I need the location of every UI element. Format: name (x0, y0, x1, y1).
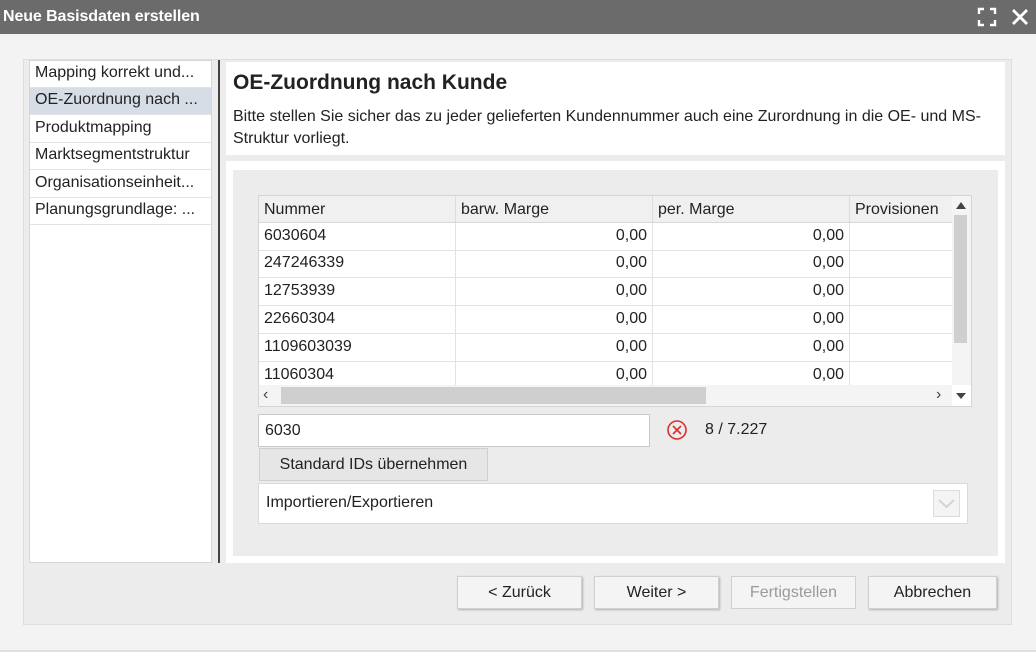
filter-input[interactable] (258, 414, 650, 447)
column-header-per-marge[interactable]: per. Marge (653, 196, 850, 222)
window-title: Neue Basisdaten erstellen (3, 8, 200, 25)
customer-table: Nummer barw. Marge per. Marge Provisione… (258, 195, 972, 407)
horizontal-scroll-thumb[interactable] (281, 387, 706, 404)
cell-nummer: 6030604 (259, 223, 456, 251)
horizontal-scrollbar[interactable]: ‹ › (259, 385, 952, 406)
wizard-step-produktmapping[interactable]: Produktmapping (30, 116, 211, 143)
cell-provisionen (850, 250, 952, 278)
cell-provisionen (850, 362, 952, 385)
cell-nummer: 247246339 (259, 250, 456, 278)
back-button[interactable]: < Zurück (457, 576, 582, 609)
panel-divider[interactable] (218, 60, 220, 563)
clear-circle-x-icon[interactable] (666, 419, 688, 441)
wizard-step-list: Mapping korrekt und... OE-Zuordnung nach… (29, 60, 212, 563)
table-body: 6030604 0,00 0,00 247246339 0,00 0,00 12… (259, 223, 952, 385)
table-row[interactable]: 6030604 0,00 0,00 (259, 223, 952, 251)
table-row[interactable]: 22660304 0,00 0,00 (259, 306, 952, 334)
wizard-step-marktsegment[interactable]: Marktsegmentstruktur (30, 143, 211, 170)
cell-per-marge: 0,00 (653, 334, 850, 362)
cell-per-marge: 0,00 (653, 223, 850, 251)
cell-per-marge: 0,00 (653, 362, 850, 385)
table-row[interactable]: 247246339 0,00 0,00 (259, 250, 952, 278)
table-row[interactable]: 12753939 0,00 0,00 (259, 278, 952, 306)
page-header: OE-Zuordnung nach Kunde Bitte stellen Si… (226, 62, 1005, 155)
wizard-step-mapping[interactable]: Mapping korrekt und... (30, 61, 211, 88)
chevron-down-icon[interactable] (933, 490, 960, 517)
page-description: Bitte stellen Sie sicher das zu jeder ge… (233, 108, 981, 147)
cancel-button[interactable]: Abbrechen (868, 576, 997, 609)
finish-button: Fertigstellen (731, 576, 856, 609)
cell-provisionen (850, 334, 952, 362)
cell-nummer: 12753939 (259, 278, 456, 306)
cell-barw-marge: 0,00 (456, 306, 653, 334)
cell-barw-marge: 0,00 (456, 334, 653, 362)
column-header-barw-marge[interactable]: barw. Marge (456, 196, 653, 222)
scroll-down-icon[interactable] (956, 393, 966, 399)
scroll-up-icon[interactable] (956, 202, 966, 209)
cell-per-marge: 0,00 (653, 306, 850, 334)
cell-barw-marge: 0,00 (456, 250, 653, 278)
page-title: OE-Zuordnung nach Kunde (233, 71, 508, 94)
standard-ids-button[interactable]: Standard IDs übernehmen (259, 448, 488, 481)
next-button[interactable]: Weiter > (594, 576, 719, 609)
wizard-step-oe-zuordnung[interactable]: OE-Zuordnung nach ... (30, 88, 211, 115)
cell-per-marge: 0,00 (653, 278, 850, 306)
cell-nummer: 22660304 (259, 306, 456, 334)
scroll-left-icon[interactable]: ‹ (263, 386, 268, 404)
cell-per-marge: 0,00 (653, 250, 850, 278)
result-count: 8 / 7.227 (705, 421, 768, 438)
import-export-section[interactable]: Importieren/Exportieren (258, 483, 968, 524)
cell-barw-marge: 0,00 (456, 223, 653, 251)
table-row[interactable]: 1109603039 0,00 0,00 (259, 334, 952, 362)
column-header-nummer[interactable]: Nummer (259, 196, 456, 222)
scroll-right-icon[interactable]: › (936, 386, 941, 404)
cell-nummer: 11060304 (259, 362, 456, 385)
vertical-scrollbar[interactable] (952, 196, 971, 399)
cell-barw-marge: 0,00 (456, 278, 653, 306)
cell-provisionen (850, 278, 952, 306)
cell-provisionen (850, 306, 952, 334)
table-row[interactable]: 11060304 0,00 0,00 (259, 362, 952, 385)
table-header: Nummer barw. Marge per. Marge Provisione… (259, 196, 952, 223)
vertical-scroll-thumb[interactable] (954, 215, 967, 343)
cell-nummer: 1109603039 (259, 334, 456, 362)
import-export-label: Importieren/Exportieren (266, 494, 434, 511)
column-header-provisionen[interactable]: Provisionen (850, 196, 952, 222)
wizard-step-planungsgrundlage[interactable]: Planungsgrundlage: ... (30, 198, 211, 225)
maximize-icon[interactable] (976, 6, 998, 28)
title-bar: Neue Basisdaten erstellen (0, 0, 1036, 34)
cell-provisionen (850, 223, 952, 251)
wizard-step-organisation[interactable]: Organisationseinheit... (30, 171, 211, 198)
close-icon[interactable] (1009, 6, 1031, 28)
cell-barw-marge: 0,00 (456, 362, 653, 385)
